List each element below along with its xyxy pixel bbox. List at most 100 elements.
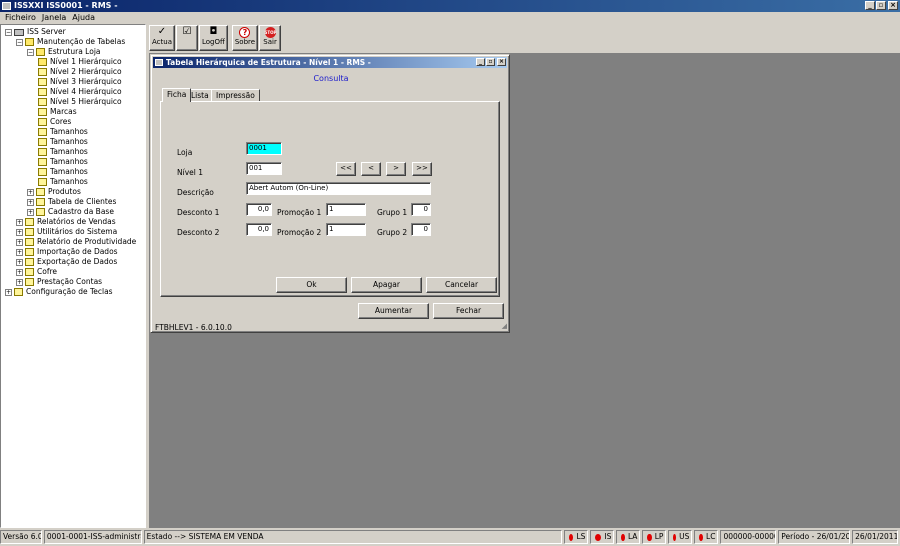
- dialog-minimize-button[interactable]: _: [476, 58, 485, 66]
- expand-icon[interactable]: +: [16, 268, 23, 276]
- tree-item[interactable]: Tamanhos: [38, 177, 88, 187]
- tree-item[interactable]: Tamanhos: [38, 147, 88, 157]
- tree-item[interactable]: − Estrutura Loja: [27, 47, 101, 57]
- tree-item-label: Importação de Dados: [37, 247, 118, 256]
- indicator-label: US: [679, 532, 690, 541]
- tree-item[interactable]: Nível 3 Hierárquico: [38, 77, 122, 87]
- tree-item[interactable]: + Prestação Contas: [16, 277, 102, 287]
- tree-item[interactable]: + Cofre: [16, 267, 57, 277]
- tree-item[interactable]: Cores: [38, 117, 71, 127]
- collapse-icon[interactable]: −: [27, 48, 34, 56]
- tree-item-label: Tamanhos: [50, 177, 88, 186]
- tree-item[interactable]: Marcas: [38, 107, 77, 117]
- menu-ajuda[interactable]: Ajuda: [69, 12, 98, 23]
- tree-item[interactable]: Nível 1 Hierárquico: [38, 57, 122, 67]
- indicator-us: US: [668, 530, 693, 544]
- nivel1-label: Nível 1: [177, 168, 203, 177]
- tree-item-label: Utilitários do Sistema: [37, 227, 118, 236]
- tree-item[interactable]: + Configuração de Teclas: [5, 287, 113, 297]
- status-led-icon: [569, 533, 574, 541]
- ficha-panel: [160, 101, 500, 297]
- expand-icon[interactable]: +: [16, 218, 23, 226]
- aumentar-button[interactable]: Aumentar: [358, 303, 429, 319]
- actua-button[interactable]: ✓ Actua: [149, 25, 175, 51]
- dialog-restore-button[interactable]: ▫: [486, 58, 495, 66]
- tree-item-label: Tamanhos: [50, 137, 88, 146]
- first-record-button[interactable]: <<: [336, 162, 356, 176]
- promocao2-field[interactable]: 1: [326, 223, 366, 236]
- expand-icon[interactable]: +: [16, 278, 23, 286]
- tree-item[interactable]: − ISS Server: [5, 27, 66, 37]
- expand-icon[interactable]: +: [16, 258, 23, 266]
- tree-item[interactable]: + Exportação de Dados: [16, 257, 117, 267]
- folder-icon: [25, 238, 34, 246]
- collapse-icon[interactable]: −: [16, 38, 23, 46]
- last-record-button[interactable]: >>: [412, 162, 432, 176]
- folder-icon: [25, 218, 34, 226]
- tree-item[interactable]: + Produtos: [27, 187, 81, 197]
- tree-item[interactable]: Tamanhos: [38, 137, 88, 147]
- tree-item-label: Cores: [50, 117, 72, 126]
- resize-grip-icon[interactable]: ◢: [502, 322, 507, 330]
- stop-icon: STOP: [264, 27, 277, 38]
- expand-icon[interactable]: +: [5, 288, 12, 296]
- apagar-button[interactable]: Apagar: [351, 277, 422, 293]
- grupo2-field[interactable]: 0: [411, 223, 431, 236]
- tree-item[interactable]: Tamanhos: [38, 167, 88, 177]
- dialog-close-button[interactable]: ×: [497, 58, 506, 66]
- minimize-button[interactable]: _: [865, 1, 875, 10]
- next-record-button[interactable]: >: [386, 162, 406, 176]
- folder-icon: [38, 158, 47, 166]
- previous-record-button[interactable]: <: [361, 162, 381, 176]
- expand-icon[interactable]: +: [27, 198, 34, 206]
- tree-item-label: ISS Server: [27, 27, 66, 36]
- fechar-button[interactable]: Fechar: [433, 303, 504, 319]
- sair-button[interactable]: STOP Sair: [259, 25, 282, 51]
- sobre-button[interactable]: ? Sobre: [231, 25, 259, 51]
- promocao1-field[interactable]: 1: [326, 203, 366, 216]
- tree-item-label: Nível 1 Hierárquico: [50, 57, 122, 66]
- restore-button[interactable]: ▫: [876, 1, 886, 10]
- expand-icon[interactable]: +: [27, 188, 34, 196]
- logoff-button[interactable]: ◘ LogOff: [199, 25, 228, 51]
- tree-item[interactable]: Tamanhos: [38, 127, 88, 137]
- expand-icon[interactable]: +: [16, 248, 23, 256]
- indicator-label: LS: [576, 532, 586, 541]
- cancelar-button[interactable]: Cancelar: [426, 277, 497, 293]
- tree-item[interactable]: + Relatórios de Vendas: [16, 217, 116, 227]
- status-code: 000000-000000: [720, 530, 777, 544]
- tree-item[interactable]: + Cadastro da Base: [27, 207, 114, 217]
- menu-ficheiro[interactable]: Ficheiro: [2, 12, 39, 23]
- tree-item[interactable]: Nível 2 Hierárquico: [38, 67, 122, 77]
- loja-field[interactable]: 0001: [246, 142, 282, 155]
- tree-item-label: Tamanhos: [50, 167, 88, 176]
- tree-item[interactable]: + Tabela de Clientes: [27, 197, 116, 207]
- tab-ficha[interactable]: Ficha: [162, 88, 192, 102]
- expand-icon[interactable]: +: [16, 238, 23, 246]
- tree-item[interactable]: + Utilitários do Sistema: [16, 227, 117, 237]
- menu-janela[interactable]: Janela: [39, 12, 69, 23]
- select-button[interactable]: ☑: [176, 25, 198, 51]
- grupo2-label: Grupo 2: [377, 228, 408, 237]
- close-button[interactable]: ×: [888, 1, 898, 10]
- expand-icon[interactable]: +: [27, 208, 34, 216]
- dialog-title-bar[interactable]: Tabela Hierárquica de Estrutura - Nível …: [153, 57, 507, 68]
- expand-icon[interactable]: +: [16, 228, 23, 236]
- tree-item-label: Relatórios de Vendas: [37, 217, 116, 226]
- tree-item[interactable]: Nível 4 Hierárquico: [38, 87, 122, 97]
- indicator-label: LC: [706, 532, 716, 541]
- ok-button[interactable]: Ok: [276, 277, 347, 293]
- tree-item[interactable]: Nível 5 Hierárquico: [38, 97, 122, 107]
- tree-item[interactable]: + Importação de Dados: [16, 247, 118, 257]
- desconto1-field[interactable]: 0,0: [246, 203, 272, 216]
- folder-icon: [38, 128, 47, 136]
- tree-item[interactable]: Tamanhos: [38, 157, 88, 167]
- collapse-icon[interactable]: −: [5, 28, 12, 36]
- grupo1-field[interactable]: 0: [411, 203, 431, 216]
- desconto2-field[interactable]: 0,0: [246, 223, 272, 236]
- tree-item[interactable]: − Manutenção de Tabelas: [16, 37, 125, 47]
- tree-item[interactable]: + Relatório de Produtividade: [16, 237, 136, 247]
- navigation-tree[interactable]: − ISS Server − Manutenção de Tabelas − Estrut…: [0, 24, 146, 528]
- descricao-field[interactable]: Abert Autom (On-Line): [246, 182, 431, 195]
- nivel1-field[interactable]: 001: [246, 162, 282, 175]
